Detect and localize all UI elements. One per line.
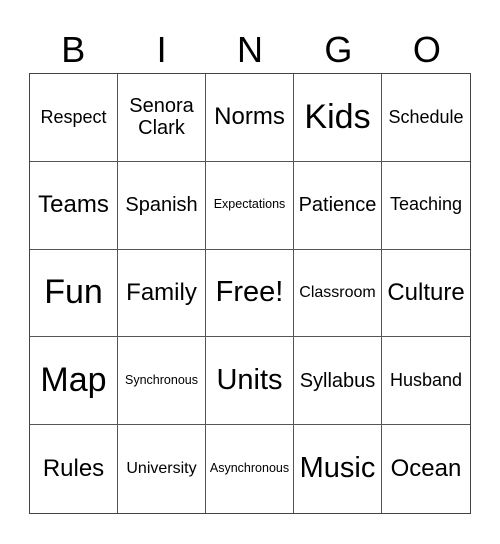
bingo-grid: Respect Senora Clark Norms Kids Schedule… — [29, 73, 471, 514]
bingo-cell[interactable]: Expectations — [206, 161, 294, 250]
bingo-cell[interactable]: Map — [30, 337, 118, 426]
bingo-cell[interactable]: Kids — [294, 74, 382, 162]
bingo-cell[interactable]: Asynchronous — [206, 425, 294, 513]
free-space-cell[interactable]: Free! — [206, 249, 294, 338]
bingo-cell[interactable]: Rules — [30, 425, 118, 513]
bingo-cell[interactable]: Synchronous — [118, 337, 206, 426]
bingo-cell[interactable]: Norms — [206, 74, 294, 162]
bingo-cell[interactable]: Fun — [30, 249, 118, 338]
header-letter-n: N — [237, 29, 264, 70]
bingo-cell[interactable]: Culture — [382, 250, 470, 338]
bingo-cell[interactable]: Music — [294, 425, 382, 513]
bingo-cell[interactable]: Classroom — [294, 249, 382, 338]
bingo-cell[interactable]: Senora Clark — [118, 74, 206, 162]
bingo-cell[interactable]: Teaching — [382, 162, 470, 250]
bingo-cell[interactable]: Schedule — [382, 74, 470, 162]
bingo-cell[interactable]: Spanish — [118, 161, 206, 250]
bingo-cell[interactable]: Patience — [294, 161, 382, 250]
bingo-cell[interactable]: Units — [206, 337, 294, 426]
header-letter-b: B — [61, 29, 86, 70]
bingo-cell[interactable]: Family — [118, 249, 206, 338]
bingo-cell[interactable]: Syllabus — [294, 337, 382, 426]
header-letter-o: O — [412, 29, 441, 70]
bingo-cell[interactable]: Respect — [30, 74, 118, 162]
bingo-header: B I N G O — [29, 28, 471, 72]
bingo-cell[interactable]: Ocean — [382, 425, 470, 513]
header-letter-i: I — [156, 29, 167, 70]
bingo-cell[interactable]: Teams — [30, 161, 118, 250]
header-letter-g: G — [324, 29, 353, 70]
bingo-cell[interactable]: Husband — [382, 337, 470, 426]
bingo-cell[interactable]: University — [118, 425, 206, 513]
